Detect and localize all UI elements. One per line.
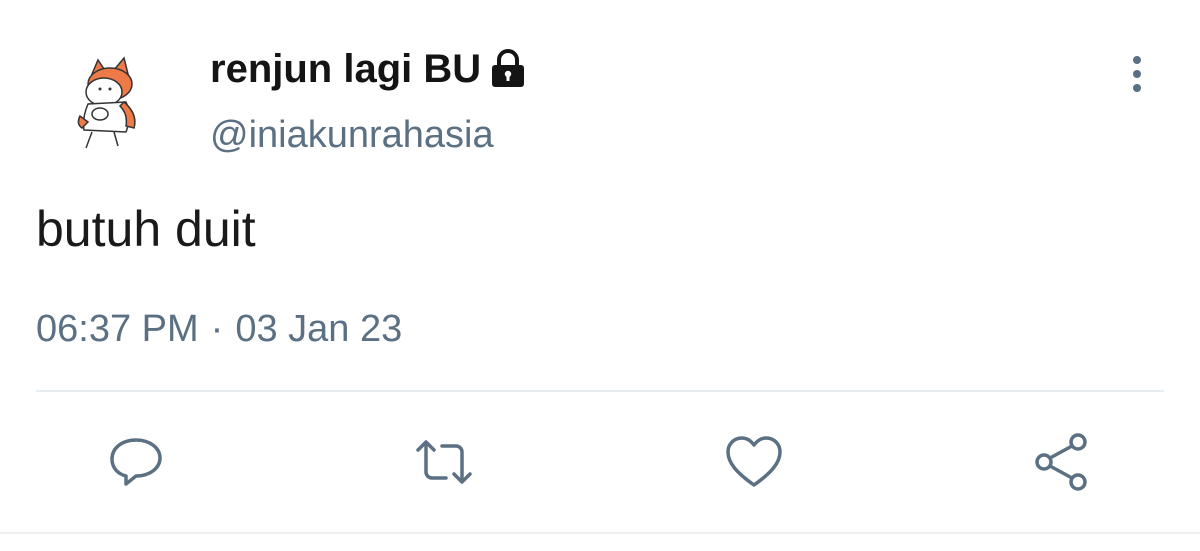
display-name-row: renjun lagi BU: [210, 44, 527, 94]
bottom-divider: [0, 532, 1200, 534]
divider: [36, 390, 1164, 392]
reply-button[interactable]: [104, 430, 168, 494]
user-handle[interactable]: @iniakunrahasia: [210, 114, 494, 157]
timestamp-separator: ·: [210, 308, 224, 350]
heart-icon: [726, 436, 782, 487]
display-name[interactable]: renjun lagi BU: [210, 47, 481, 92]
like-button[interactable]: [722, 430, 786, 494]
lock-icon: [489, 49, 527, 89]
tweet-card: renjun lagi BU @iniakunrahasia butuh dui…: [0, 0, 1200, 551]
tweet-text: butuh duit: [36, 201, 256, 257]
reply-icon: [110, 438, 162, 486]
share-button[interactable]: [1030, 430, 1094, 494]
fox-avatar-icon: [77, 56, 136, 149]
tweet-date: 03 Jan 23: [235, 308, 403, 350]
more-options-icon[interactable]: [1122, 52, 1152, 96]
retweet-icon: [416, 440, 472, 484]
share-icon: [1035, 433, 1087, 491]
tweet-timestamp[interactable]: 06:37 PM · 03 Jan 23: [36, 308, 402, 351]
retweet-button[interactable]: [412, 430, 476, 494]
tweet-time: 06:37 PM: [36, 308, 199, 350]
avatar[interactable]: [68, 56, 152, 152]
